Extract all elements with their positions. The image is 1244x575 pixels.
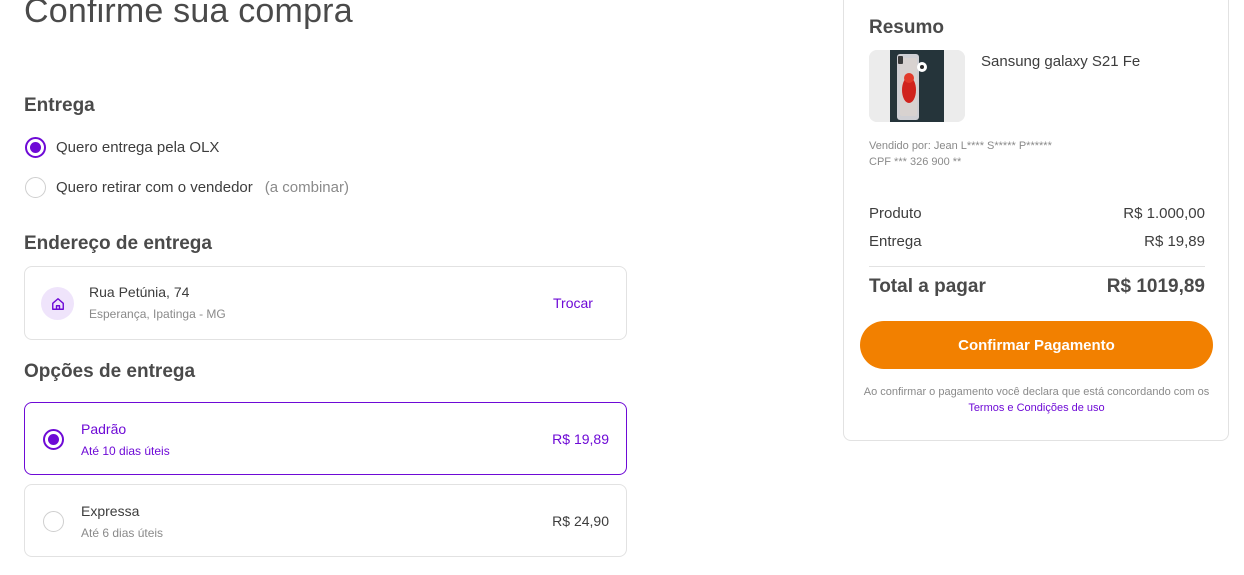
delivery-option-pickup[interactable]: Quero retirar com o vendedor (a combinar… bbox=[25, 177, 349, 198]
confirm-payment-button[interactable]: Confirmar Pagamento bbox=[860, 321, 1213, 369]
shipping-option-name: Padrão bbox=[81, 421, 127, 437]
summary-row-delivery: Entrega R$ 19,89 bbox=[869, 233, 1205, 250]
delivery-option-olx[interactable]: Quero entrega pela OLX bbox=[25, 137, 219, 158]
summary-title: Resumo bbox=[869, 17, 944, 38]
radio-checked-icon[interactable] bbox=[25, 137, 46, 158]
terms-link[interactable]: Termos e Condições de uso bbox=[968, 402, 1104, 414]
delivery-section-title: Entrega bbox=[24, 95, 95, 116]
shipping-option-eta: Até 10 dias úteis bbox=[81, 444, 170, 458]
shipping-option-name: Expressa bbox=[81, 503, 140, 519]
summary-row-value: R$ 19,89 bbox=[1144, 233, 1205, 250]
page-title: Confirme sua compra bbox=[24, 0, 353, 30]
order-summary-panel: Resumo Sansung galaxy S21 Fe Vendido por… bbox=[843, 0, 1229, 441]
shipping-option-eta: Até 6 dias úteis bbox=[81, 526, 164, 540]
radio-checked-icon[interactable] bbox=[43, 429, 64, 450]
seller-name: Vendido por: Jean L**** S***** P****** bbox=[869, 140, 1052, 152]
summary-total-row: Total a pagar R$ 1019,89 bbox=[869, 276, 1205, 298]
home-icon bbox=[41, 287, 74, 320]
change-address-link[interactable]: Trocar bbox=[553, 295, 593, 311]
shipping-option-price: R$ 24,90 bbox=[552, 513, 609, 529]
radio-unchecked-icon[interactable] bbox=[25, 177, 46, 198]
address-line2: Esperança, Ipatinga - MG bbox=[89, 307, 226, 321]
address-section-title: Endereço de entrega bbox=[24, 233, 212, 254]
shipping-option-standard[interactable]: Padrão Até 10 dias úteis R$ 19,89 bbox=[24, 402, 627, 475]
seller-cpf: CPF *** 326 900 ** bbox=[869, 156, 962, 168]
address-card: Rua Petúnia, 74 Esperança, Ipatinga - MG… bbox=[24, 266, 627, 340]
shipping-section-title: Opções de entrega bbox=[24, 361, 196, 382]
summary-row-value: R$ 1.000,00 bbox=[1123, 205, 1205, 222]
product-name: Sansung galaxy S21 Fe bbox=[981, 53, 1141, 70]
summary-row-label: Entrega bbox=[869, 233, 922, 250]
disclaimer-text: Ao confirmar o pagamento você declara qu… bbox=[863, 386, 1210, 398]
payment-disclaimer: Ao confirmar o pagamento você declara qu… bbox=[860, 384, 1213, 416]
total-label: Total a pagar bbox=[869, 276, 986, 297]
total-value: R$ 1019,89 bbox=[1106, 276, 1205, 297]
seller-info: Vendido por: Jean L**** S***** P****** C… bbox=[869, 138, 1052, 170]
summary-divider bbox=[869, 266, 1205, 267]
shipping-option-price: R$ 19,89 bbox=[552, 431, 609, 447]
shipping-option-express[interactable]: Expressa Até 6 dias úteis R$ 24,90 bbox=[24, 484, 627, 557]
address-line1: Rua Petúnia, 74 bbox=[89, 284, 190, 300]
radio-unchecked-icon[interactable] bbox=[43, 511, 64, 532]
summary-row-label: Produto bbox=[869, 205, 922, 222]
product-thumbnail bbox=[869, 50, 965, 122]
delivery-option-label: Quero retirar com o vendedor bbox=[56, 179, 253, 196]
delivery-option-note: (a combinar) bbox=[264, 179, 349, 196]
summary-row-product: Produto R$ 1.000,00 bbox=[869, 205, 1205, 222]
delivery-option-label: Quero entrega pela OLX bbox=[56, 139, 220, 156]
